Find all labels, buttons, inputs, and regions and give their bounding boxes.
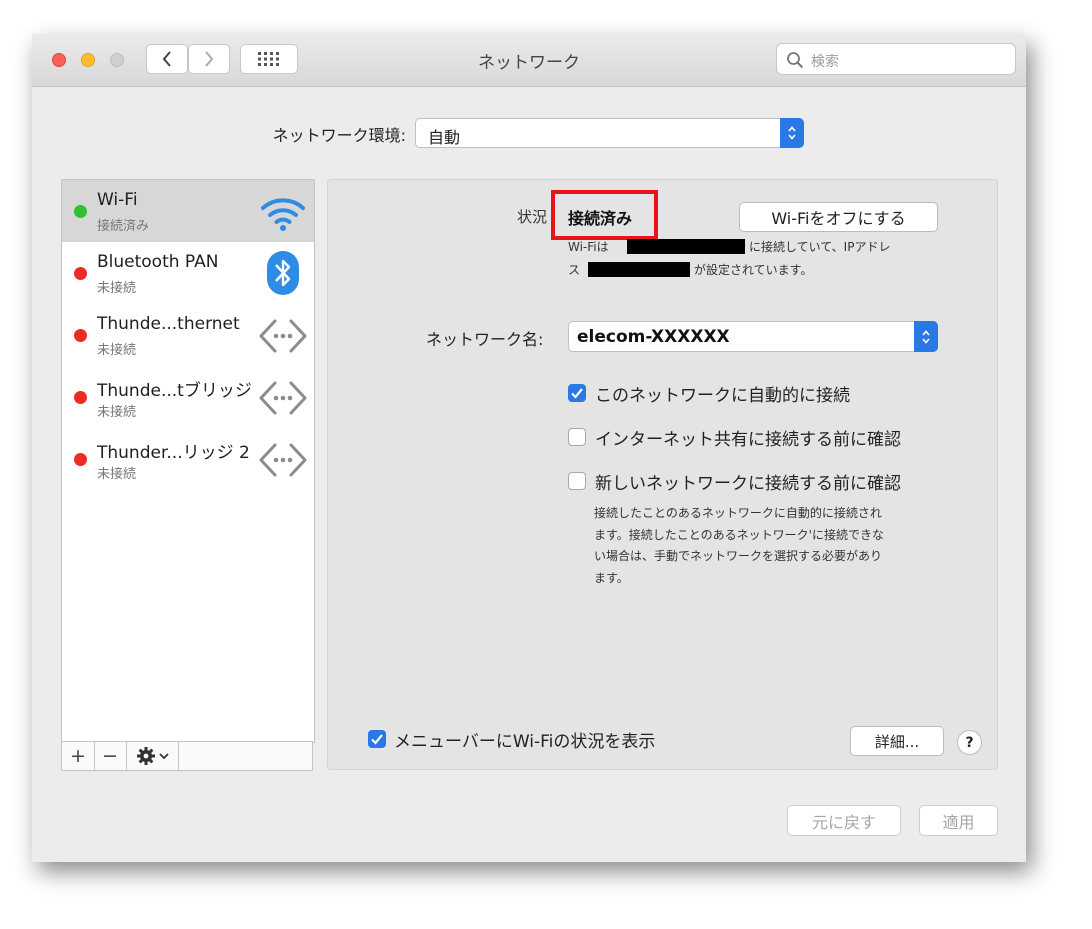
service-name: Thunder...リッジ 2 <box>97 443 250 463</box>
service-item-thunderbolt-ethernet[interactable]: Thunde...thernet 未接続 <box>62 304 314 366</box>
detail-panel: 状況 接続済み Wi-Fiをオフにする Wi-Fiは に接続していて、IPアドレ… <box>327 179 998 770</box>
service-status: 接続済み <box>97 219 150 234</box>
ethernet-arrows-icon <box>259 381 307 415</box>
search-icon <box>787 52 804 69</box>
chevron-down-icon <box>158 753 169 760</box>
info-text-1a: Wi-Fiは <box>568 240 609 254</box>
auto-join-checkbox[interactable] <box>568 384 586 402</box>
ask-hotspot-label: インターネット共有に接続する前に確認 <box>595 430 901 450</box>
wifi-icon <box>261 198 305 231</box>
service-status: 未接続 <box>97 405 137 420</box>
status-label: 状況 <box>517 208 548 226</box>
service-name: Thunde...tブリッジ <box>97 381 252 401</box>
service-item-thunderbolt-bridge-2[interactable]: Thunder...リッジ 2 未接続 <box>62 428 314 490</box>
service-name: Bluetooth PAN <box>97 252 219 272</box>
help-button[interactable]: ? <box>957 730 982 755</box>
status-dot <box>74 267 87 280</box>
checkmark-icon <box>371 734 383 745</box>
ethernet-arrows-icon <box>259 443 307 477</box>
service-status: 未接続 <box>97 281 137 296</box>
ask-new-network-label: 新しいネットワークに接続する前に確認 <box>595 474 901 494</box>
network-name-label: ネットワーク名: <box>426 330 544 349</box>
ask-new-network-description: 接続したことのあるネットワークに自動的に接続され ます。接続したことのあるネット… <box>594 503 884 589</box>
info-text-2b: が設定されています。 <box>694 263 813 277</box>
auto-join-label: このネットワークに自動的に接続 <box>595 386 850 406</box>
info-text-2a: ス <box>568 263 581 277</box>
description-line: い場合は、手動でネットワークを選択する必要があり <box>594 549 883 563</box>
location-popup[interactable]: 自動 <box>415 118 804 148</box>
show-in-menubar-checkbox[interactable] <box>368 730 386 748</box>
info-text-1b: に接続していて、IPアドレ <box>749 240 891 254</box>
checkmark-icon <box>571 388 583 399</box>
service-name: Thunde...thernet <box>97 314 240 334</box>
service-list-toolbar: + − <box>61 741 313 771</box>
apply-button[interactable]: 適用 <box>919 805 998 836</box>
status-dot <box>74 453 87 466</box>
bluetooth-icon <box>267 251 299 295</box>
status-dot <box>74 205 87 218</box>
network-name-value: elecom-XXXXXX <box>577 327 730 347</box>
advanced-button[interactable]: 詳細... <box>850 726 944 756</box>
service-status: 未接続 <box>97 467 137 482</box>
status-dot <box>74 391 87 404</box>
status-dot <box>74 329 87 342</box>
search-placeholder: 検索 <box>811 54 839 70</box>
ethernet-arrows-icon <box>259 319 307 353</box>
updown-arrows-icon <box>914 321 938 352</box>
status-value: 接続済み <box>568 209 633 228</box>
show-in-menubar-label: メニューバーにWi-Fiの状況を表示 <box>394 732 656 752</box>
description-line: ます。接続したことのあるネットワーク'に接続できな <box>594 527 884 542</box>
description-line: ます。 <box>594 570 629 585</box>
service-status: 未接続 <box>97 343 137 358</box>
updown-arrows-icon <box>780 118 804 148</box>
redacted-ip <box>588 262 690 277</box>
service-item-wifi[interactable]: Wi-Fi 接続済み <box>62 180 314 242</box>
title-bar: ネットワーク 検索 <box>32 34 1026 87</box>
gear-icon <box>136 747 155 765</box>
service-name: Wi-Fi <box>97 190 138 210</box>
ask-hotspot-checkbox[interactable] <box>568 428 586 446</box>
search-field[interactable]: 検索 <box>776 43 1016 75</box>
network-preferences-window: ネットワーク 検索 ネットワーク環境: 自動 Wi-Fi 接続済み Blueto… <box>32 34 1026 862</box>
service-list: Wi-Fi 接続済み Bluetooth PAN 未接続 Thunde...th… <box>61 179 315 743</box>
wifi-off-button[interactable]: Wi-Fiをオフにする <box>739 202 938 232</box>
redacted-network <box>627 239 745 254</box>
location-value: 自動 <box>428 128 461 147</box>
service-item-thunderbolt-bridge[interactable]: Thunde...tブリッジ 未接続 <box>62 366 314 428</box>
description-line: 接続したことのあるネットワークに自動的に接続され <box>594 506 882 520</box>
action-menu-button[interactable] <box>126 742 179 770</box>
add-service-button[interactable]: + <box>62 742 95 770</box>
remove-service-button[interactable]: − <box>94 742 127 770</box>
revert-button[interactable]: 元に戻す <box>787 805 901 836</box>
network-name-popup[interactable]: elecom-XXXXXX <box>568 321 938 352</box>
ask-new-network-checkbox[interactable] <box>568 472 586 490</box>
location-label: ネットワーク環境: <box>272 126 406 145</box>
service-item-bluetooth-pan[interactable]: Bluetooth PAN 未接続 <box>62 242 314 304</box>
